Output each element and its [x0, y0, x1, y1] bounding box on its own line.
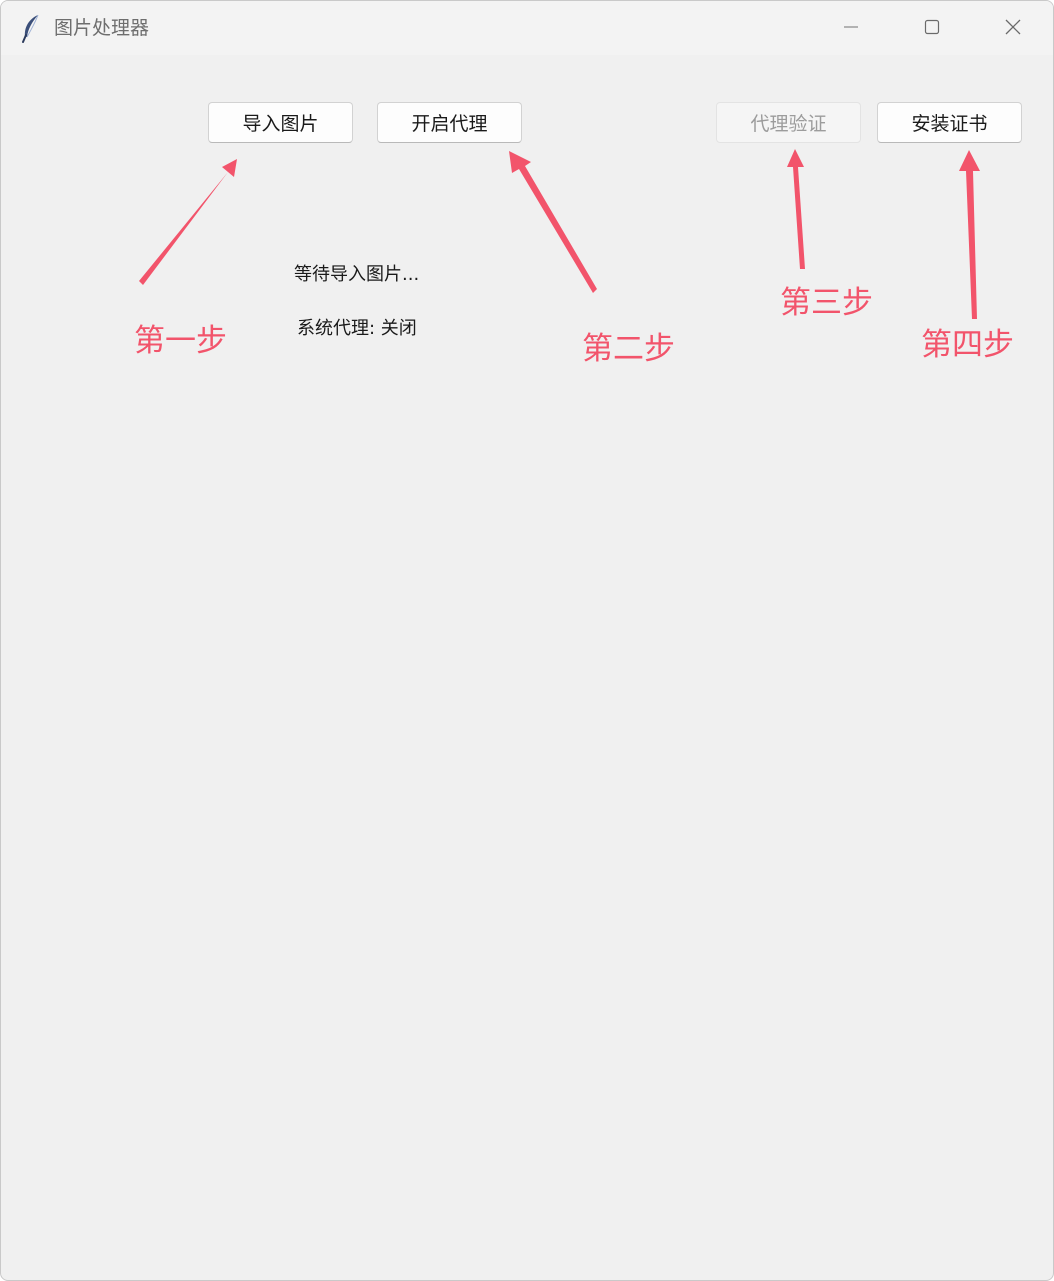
maximize-button[interactable]: [904, 9, 960, 49]
enable-proxy-button[interactable]: 开启代理: [377, 102, 522, 143]
step4-arrow: [959, 150, 980, 319]
import-image-button[interactable]: 导入图片: [208, 102, 353, 143]
import-status-label: 等待导入图片...: [294, 264, 420, 285]
window-title: 图片处理器: [54, 17, 150, 39]
verify-proxy-button[interactable]: 代理验证: [716, 102, 861, 143]
step-two-label: 第二步: [582, 331, 675, 367]
title-bar[interactable]: 图片处理器: [1, 1, 1053, 55]
install-cert-button[interactable]: 安装证书: [877, 102, 1022, 143]
step-one-label: 第一步: [134, 323, 227, 359]
annotation-arrows: [139, 149, 980, 319]
close-icon: [1004, 18, 1022, 40]
step2-arrow: [509, 151, 597, 293]
step3-arrow: [787, 149, 805, 269]
step-four-label: 第四步: [921, 327, 1014, 363]
step1-arrow: [139, 159, 237, 285]
feather-icon: [19, 13, 43, 43]
minimize-button[interactable]: [823, 9, 879, 49]
step-three-label: 第三步: [780, 285, 873, 321]
maximize-icon: [924, 19, 940, 39]
app-window: 图片处理器 导入图片 开启代理 代理验证 安装证书 等待导入图片... 系统代理…: [0, 0, 1054, 1281]
minimize-icon: [843, 19, 859, 39]
proxy-status-label: 系统代理: 关闭: [297, 318, 417, 339]
close-button[interactable]: [985, 9, 1041, 49]
